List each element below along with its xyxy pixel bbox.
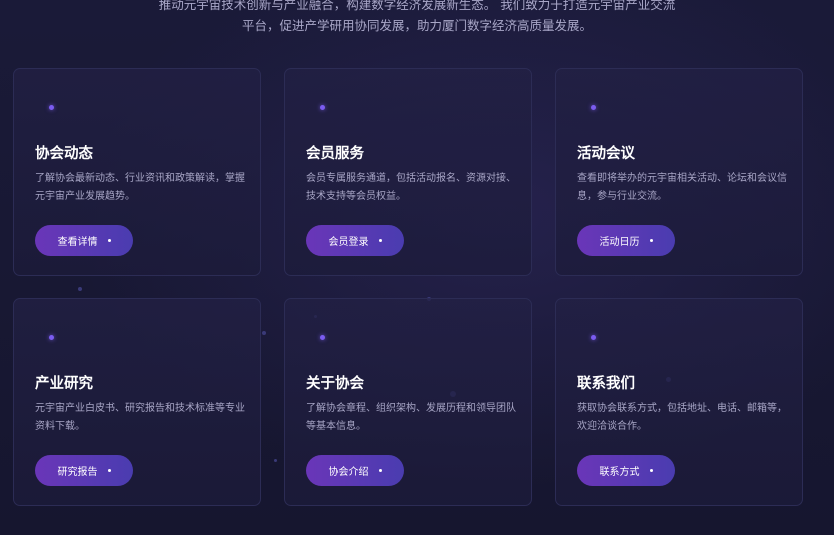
- dot-icon: [49, 335, 54, 340]
- card-description: 查看即将举办的元宇宙相关活动、论坛和会议信息，参与行业交流。: [577, 173, 787, 202]
- card-description: 了解协会最新动态、行业资讯和政策解读，掌握元宇宙产业发展趋势。: [35, 173, 245, 202]
- event-calendar-button[interactable]: 活动日历: [577, 225, 675, 256]
- contact-info-button[interactable]: 联系方式: [577, 455, 675, 486]
- card-events-meetings: 活动会议 查看即将举办的元宇宙相关活动、论坛和会议信息，参与行业交流。 活动日历: [555, 68, 803, 276]
- dot-icon: [107, 239, 111, 242]
- card-title: 关于协会: [306, 376, 364, 392]
- card-description: 元宇宙产业白皮书、研究报告和技术标准等专业资料下载。: [35, 403, 245, 432]
- intro-text: 推动元宇宙技术创新与产业融合，构建数字经济发展新生态。 我们致力于打造元宇宙产业…: [0, 0, 834, 36]
- dot-icon: [107, 469, 111, 472]
- dot-icon: [320, 335, 325, 340]
- card-title: 联系我们: [577, 376, 635, 392]
- card-association-news: 协会动态 了解协会最新动态、行业资讯和政策解读，掌握元宇宙产业发展趋势。 查看详…: [13, 68, 261, 276]
- card-title: 会员服务: [306, 146, 364, 162]
- dot-icon: [320, 105, 325, 110]
- intro-line-1: 推动元宇宙技术创新与产业融合，构建数字经济发展新生态。 我们致力于打造元宇宙产业…: [158, 0, 676, 12]
- card-title: 产业研究: [35, 376, 93, 392]
- dot-icon: [378, 469, 382, 472]
- card-about-association: 关于协会 了解协会章程、组织架构、发展历程和领导团队等基本信息。 协会介绍: [284, 298, 532, 506]
- card-description: 会员专属服务通道，包括活动报名、资源对接、技术支持等会员权益。: [306, 173, 516, 202]
- dot-icon: [649, 239, 653, 242]
- background-particle: [262, 331, 266, 335]
- button-label: 研究报告: [57, 467, 98, 478]
- card-title: 活动会议: [577, 146, 635, 162]
- card-industry-research: 产业研究 元宇宙产业白皮书、研究报告和技术标准等专业资料下载。 研究报告: [13, 298, 261, 506]
- button-label: 协会介绍: [328, 467, 369, 478]
- button-label: 活动日历: [599, 237, 640, 248]
- card-description: 了解协会章程、组织架构、发展历程和领导团队等基本信息。: [306, 403, 516, 432]
- research-report-button[interactable]: 研究报告: [35, 455, 133, 486]
- dot-icon: [591, 335, 596, 340]
- dot-icon: [591, 105, 596, 110]
- member-login-button[interactable]: 会员登录: [306, 225, 404, 256]
- view-details-button[interactable]: 查看详情: [35, 225, 133, 256]
- intro-line-2: 平台，促进产学研用协同发展，助力厦门数字经济高质量发展。: [241, 18, 592, 33]
- dot-icon: [49, 105, 54, 110]
- button-label: 会员登录: [328, 237, 369, 248]
- association-intro-button[interactable]: 协会介绍: [306, 455, 404, 486]
- button-label: 查看详情: [57, 237, 98, 248]
- card-contact-us: 联系我们 获取协会联系方式，包括地址、电话、邮箱等，欢迎洽谈合作。 联系方式: [555, 298, 803, 506]
- button-label: 联系方式: [599, 467, 640, 478]
- card-title: 协会动态: [35, 146, 93, 162]
- dot-icon: [378, 239, 382, 242]
- background-particle: [274, 459, 277, 462]
- card-description: 获取协会联系方式，包括地址、电话、邮箱等，欢迎洽谈合作。: [577, 403, 787, 432]
- dot-icon: [649, 469, 653, 472]
- card-member-services: 会员服务 会员专属服务通道，包括活动报名、资源对接、技术支持等会员权益。 会员登…: [284, 68, 532, 276]
- background-particle: [78, 287, 82, 291]
